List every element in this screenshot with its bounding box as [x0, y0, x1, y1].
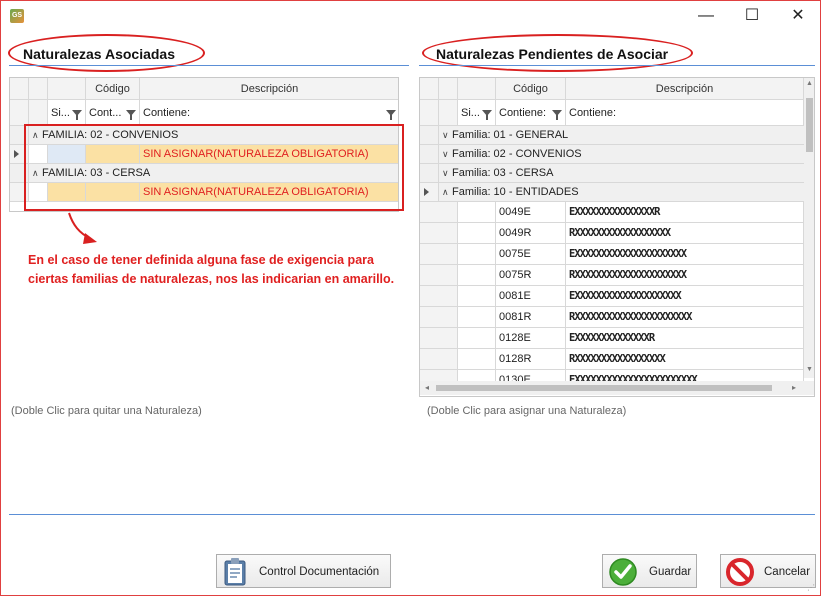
codigo-cell[interactable]: 0075R — [496, 265, 566, 286]
left-divider — [9, 65, 409, 66]
table-row[interactable]: 0081R RXXXXXXXXXXXXXXXXXXXXXX — [420, 307, 804, 328]
si-filter[interactable]: Si... — [458, 100, 496, 126]
bottom-divider — [9, 514, 815, 515]
chevron-down-icon[interactable]: ∨ — [442, 145, 452, 163]
title-bar: GS — ☐ ✕ — [1, 1, 820, 31]
control-documentacion-button[interactable]: Control Documentación — [216, 554, 391, 588]
dialog-window: GS — ☐ ✕ Naturalezas Asociadas Código De… — [0, 0, 821, 596]
table-row[interactable]: 0049R RXXXXXXXXXXXXXXXXXX — [420, 223, 804, 244]
descripcion-cell[interactable]: RXXXXXXXXXXXXXXXXX — [566, 349, 804, 370]
scroll-left-icon[interactable]: ◂ — [425, 383, 429, 392]
codigo-cell[interactable]: 0081E — [496, 286, 566, 307]
group-row[interactable]: ∨ Familia: 02 - CONVENIOS — [420, 145, 804, 164]
expand-header — [29, 78, 48, 100]
minimize-button[interactable]: — — [683, 1, 729, 31]
row-indicator-header — [10, 78, 29, 100]
table-row[interactable]: 0128E EXXXXXXXXXXXXXXR — [420, 328, 804, 349]
horizontal-scroll-thumb[interactable] — [436, 385, 772, 391]
maximize-button[interactable]: ☐ — [729, 1, 775, 31]
app-icon: GS — [10, 9, 24, 23]
table-row[interactable]: 0128R RXXXXXXXXXXXXXXXXX — [420, 349, 804, 370]
close-button[interactable]: ✕ — [775, 1, 821, 31]
guardar-button[interactable]: Guardar — [602, 554, 697, 588]
right-section-title: Naturalezas Pendientes de Asociar — [436, 46, 669, 62]
row-selector-icon — [424, 188, 429, 196]
vertical-scrollbar[interactable]: ▲ ▼ — [804, 78, 814, 378]
descripcion-filter[interactable]: Contiene: — [140, 100, 398, 126]
row-selector-icon — [14, 150, 19, 158]
descripcion-header[interactable]: Descripción — [140, 78, 398, 100]
filter-icon[interactable] — [386, 110, 396, 120]
group-row[interactable]: ∨ Familia: 03 - CERSA — [420, 164, 804, 183]
codigo-cell[interactable]: 0049R — [496, 223, 566, 244]
codigo-cell[interactable]: 0128R — [496, 349, 566, 370]
chevron-up-icon[interactable]: ∧ — [442, 183, 452, 201]
codigo-cell[interactable]: 0049E — [496, 202, 566, 223]
descripcion-cell[interactable]: EXXXXXXXXXXXXXXR — [566, 328, 804, 349]
cancel-icon — [726, 558, 754, 586]
codigo-filter[interactable]: Cont... — [86, 100, 140, 126]
descripcion-cell[interactable]: EXXXXXXXXXXXXXXXXXXXXX — [566, 244, 804, 265]
filter-icon[interactable] — [126, 110, 136, 120]
descripcion-header[interactable]: Descripción — [566, 78, 804, 100]
right-divider — [419, 65, 815, 66]
codigo-header[interactable]: Código — [496, 78, 566, 100]
cancelar-button[interactable]: Cancelar — [720, 554, 816, 588]
descripcion-cell[interactable]: RXXXXXXXXXXXXXXXXXXXXXX — [566, 307, 804, 328]
highlight-box — [24, 124, 404, 211]
right-grid: Código Descripción Si... Contiene: Conti… — [419, 77, 815, 397]
scroll-right-icon[interactable]: ▸ — [792, 383, 796, 392]
table-row[interactable]: 0075E EXXXXXXXXXXXXXXXXXXXXX — [420, 244, 804, 265]
codigo-header[interactable]: Código — [86, 78, 140, 100]
codigo-cell[interactable]: 0081R — [496, 307, 566, 328]
descripcion-cell[interactable]: RXXXXXXXXXXXXXXXXXX — [566, 223, 804, 244]
scroll-down-icon[interactable]: ▼ — [806, 366, 813, 373]
left-hint: (Doble Clic para quitar una Naturaleza) — [11, 405, 202, 417]
codigo-cell[interactable]: 0075E — [496, 244, 566, 265]
table-row[interactable]: 0075R RXXXXXXXXXXXXXXXXXXXXX — [420, 265, 804, 286]
left-section-title: Naturalezas Asociadas — [23, 46, 175, 62]
descripcion-cell[interactable]: EXXXXXXXXXXXXXXXXXXXX — [566, 286, 804, 307]
horizontal-scrollbar[interactable]: ◂ ▸ — [420, 381, 814, 395]
descripcion-cell[interactable]: EXXXXXXXXXXXXXXXR — [566, 202, 804, 223]
table-row[interactable]: 0049E EXXXXXXXXXXXXXXXR — [420, 202, 804, 223]
codigo-cell[interactable]: 0128E — [496, 328, 566, 349]
annotation-arrow-icon — [68, 212, 97, 244]
chevron-down-icon[interactable]: ∨ — [442, 126, 452, 144]
scroll-up-icon[interactable]: ▲ — [806, 80, 813, 87]
table-row[interactable]: 0081E EXXXXXXXXXXXXXXXXXXXX — [420, 286, 804, 307]
filter-icon[interactable] — [72, 110, 82, 120]
descripcion-filter[interactable]: Contiene: — [566, 100, 804, 126]
right-hint: (Doble Clic para asignar una Naturaleza) — [427, 405, 627, 417]
check-icon — [609, 558, 637, 586]
vertical-scroll-thumb[interactable] — [806, 98, 813, 152]
si-filter[interactable]: Si... — [48, 100, 86, 126]
filter-icon[interactable] — [552, 110, 562, 120]
si-header — [48, 78, 86, 100]
group-row[interactable]: ∧ Familia: 10 - ENTIDADES — [420, 183, 804, 202]
descripcion-cell[interactable]: RXXXXXXXXXXXXXXXXXXXXX — [566, 265, 804, 286]
filter-icon[interactable] — [482, 110, 492, 120]
clipboard-icon — [224, 558, 246, 586]
resize-grip-icon[interactable]: ⋰ — [807, 583, 815, 592]
annotation-text: En el caso de tener definida alguna fase… — [28, 253, 395, 286]
codigo-filter[interactable]: Contiene: — [496, 100, 566, 126]
group-row[interactable]: ∨ Familia: 01 - GENERAL — [420, 126, 804, 145]
chevron-down-icon[interactable]: ∨ — [442, 164, 452, 182]
